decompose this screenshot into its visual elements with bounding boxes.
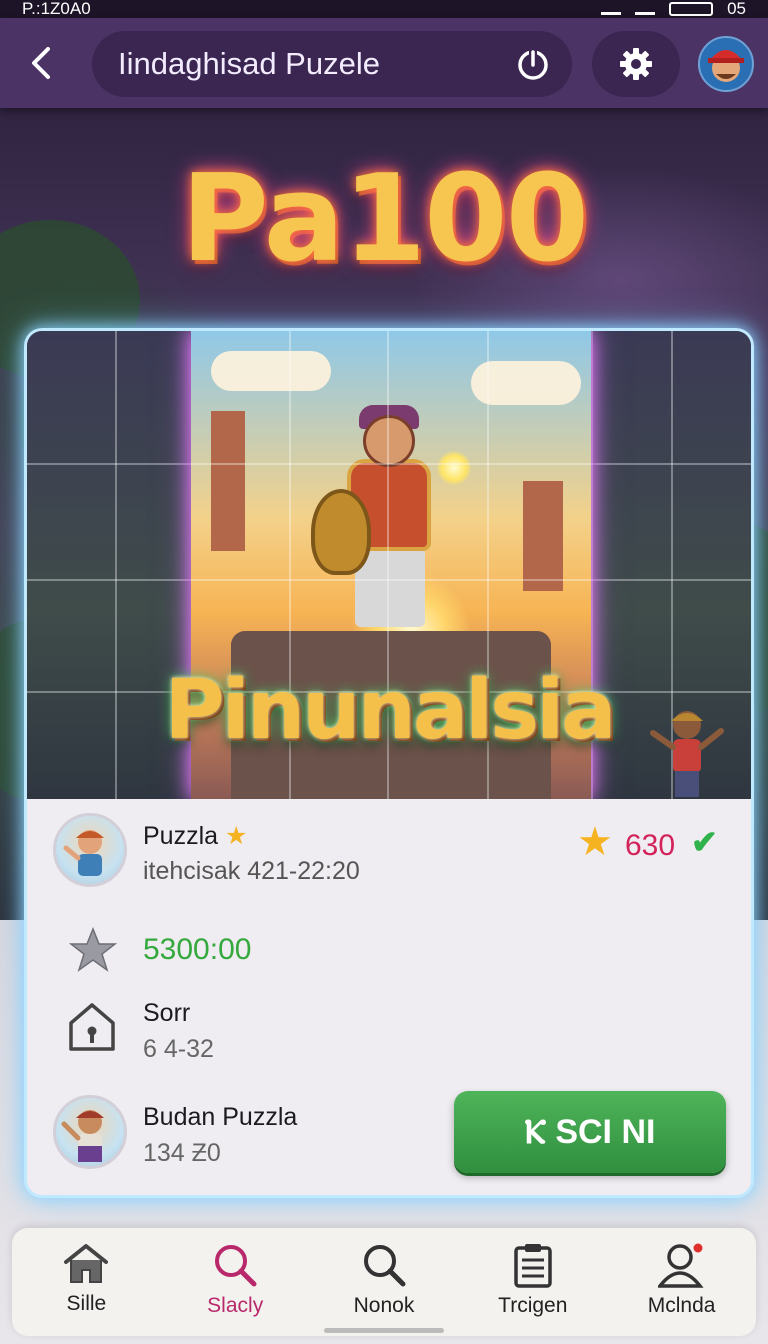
power-icon xyxy=(518,50,548,80)
silver-star-icon xyxy=(69,927,117,972)
reward-value: 5300:00 xyxy=(143,933,252,966)
power-button[interactable] xyxy=(512,43,554,85)
app-bar: Iindaghisad Puzele xyxy=(0,18,768,108)
game-logo-text: Pinunalsia xyxy=(164,663,616,758)
puzzle-avatar xyxy=(53,813,127,887)
star-badge-icon: ★ xyxy=(225,822,248,850)
puzzle-board[interactable]: Pinunalsia xyxy=(27,331,751,799)
battery-level: 05 xyxy=(727,0,746,18)
status-bar: P.:1Z0A0 05 xyxy=(0,0,768,18)
friend-avatar xyxy=(53,1095,127,1169)
user-avatar[interactable] xyxy=(698,36,754,92)
nav-item-search-active[interactable]: Slacly xyxy=(161,1228,310,1336)
title-search-bar[interactable]: Iindaghisad Puzele xyxy=(92,31,572,97)
bottom-nav: Sille Slacly Nonok Trcigen Mclnda xyxy=(12,1228,756,1336)
nav-item-search[interactable]: Nonok xyxy=(310,1228,459,1336)
nav-label-home: Sille xyxy=(66,1292,107,1315)
nav-label-profile: Mclnda xyxy=(647,1294,716,1317)
level-title: Pa100 xyxy=(180,150,589,289)
puzzle-name-row: Puzzla ★ xyxy=(143,821,247,851)
avatar-face-icon xyxy=(708,50,744,82)
nav-item-profile[interactable]: Mclnda xyxy=(607,1228,756,1336)
gear-icon xyxy=(620,48,652,80)
nav-item-home[interactable]: Sille xyxy=(12,1228,161,1336)
clipboard-icon xyxy=(514,1244,552,1288)
settings-button[interactable] xyxy=(592,31,680,97)
house-icon xyxy=(69,1003,115,1051)
home-subtitle: 6 4-32 xyxy=(143,1035,214,1063)
score-value: 630 xyxy=(625,829,676,862)
adventurer-icon xyxy=(63,830,104,876)
wifi-icon xyxy=(635,3,656,15)
profile-icon xyxy=(657,1243,704,1288)
home-indicator[interactable] xyxy=(324,1328,444,1333)
app-title: Iindaghisad Puzele xyxy=(118,46,380,81)
puzzle-name: Puzzla xyxy=(143,822,219,850)
battery-icon xyxy=(669,2,714,16)
star-icon: ★ xyxy=(577,820,613,864)
nav-label-search-active: Slacly xyxy=(207,1294,264,1317)
kid-character xyxy=(650,711,724,797)
status-time: P.:1Z0A0 xyxy=(22,0,91,18)
back-button[interactable] xyxy=(16,37,68,89)
check-icon: ✔ xyxy=(691,824,718,860)
home-icon xyxy=(64,1244,109,1283)
nav-label-search: Nonok xyxy=(353,1294,415,1317)
warrior-icon xyxy=(61,1110,104,1162)
chevron-left-icon xyxy=(32,47,50,79)
friend-subtitle: 134 Ƶ0 xyxy=(143,1139,221,1167)
puzzle-subtitle: itehcisak 421-22:20 xyxy=(143,857,360,885)
hero-character xyxy=(311,405,471,631)
nav-label-tasks: Trcigen xyxy=(498,1294,568,1317)
nav-item-tasks[interactable]: Trcigen xyxy=(458,1228,607,1336)
signal-icon xyxy=(601,3,622,15)
puzzle-card: Pinunalsia Puzzla ★ itehcisak 421-22:20 … xyxy=(24,328,754,1198)
friend-title: Budan Puzzla xyxy=(143,1103,298,1131)
puzzle-info-panel: Puzzla ★ itehcisak 421-22:20 ★ 630 ✔ 530… xyxy=(27,799,751,1195)
search-icon xyxy=(363,1245,406,1287)
search-icon xyxy=(215,1245,257,1287)
home-title: Sorr xyxy=(143,999,191,1027)
play-button[interactable]: Ⲕ SCI NI xyxy=(454,1091,726,1173)
